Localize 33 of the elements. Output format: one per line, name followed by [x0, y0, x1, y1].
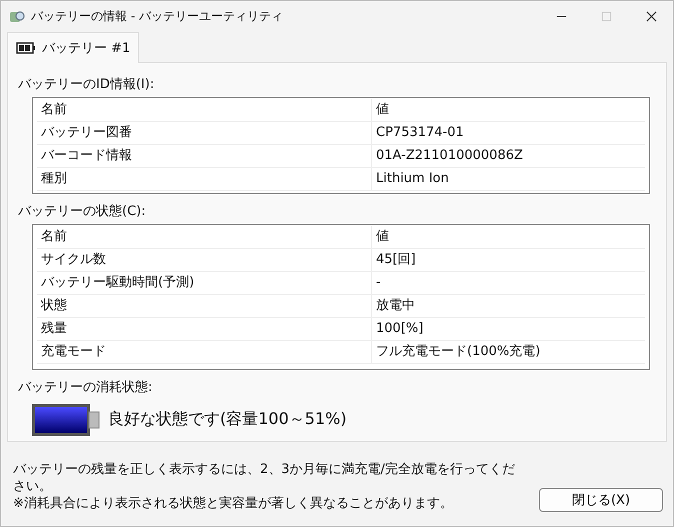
table-cell: 種別 — [37, 168, 372, 190]
table-cell-text: Lithium Ion — [375, 170, 449, 188]
close-button[interactable]: 閉じる(X) — [539, 488, 663, 512]
table-cell: 充電モード — [37, 341, 372, 363]
section-label: バッテリーのID情報(I): — [18, 76, 156, 94]
column-header[interactable]: 名前 — [37, 99, 372, 121]
table-cell: 状態 — [37, 295, 372, 317]
column-header[interactable]: 値 — [372, 99, 389, 121]
close-icon[interactable] — [646, 11, 657, 22]
note-text: バッテリーの残量を正しく表示するには、2、3か月毎に満充電/完全放電を行ってください。 — [13, 461, 516, 495]
table-cell-text: 01A-Z211010000086Z — [375, 147, 523, 165]
table-cell-text: 100[%] — [375, 320, 424, 338]
table-cell: バッテリー駆動時間(予測) — [37, 272, 372, 294]
section-label: バッテリーの消耗状態: — [18, 379, 154, 397]
note-text: ※消耗具合により表示される状態と実容量が著しく異なることがあります。 — [13, 495, 454, 512]
table-cell-text: 45[回] — [375, 251, 416, 269]
table-cell-text: フル充電モード(100%充電) — [375, 343, 540, 361]
section-label: バッテリーの状態(C): — [18, 203, 147, 221]
table-cell: 残量 — [37, 318, 372, 340]
battery-icon — [16, 42, 36, 54]
table-cell-text: - — [375, 274, 381, 292]
health-status: 良好な状態です(容量100～51%) — [108, 409, 347, 430]
table-cell-text: CP753174-01 — [375, 124, 464, 142]
battery-health-icon — [32, 404, 100, 436]
table-cell: サイクル数 — [37, 249, 372, 271]
column-header[interactable]: 名前 — [37, 226, 372, 248]
column-header[interactable]: 値 — [372, 226, 389, 248]
table-cell: バーコード情報 — [37, 145, 372, 167]
tab[interactable]: バッテリー #1 — [7, 32, 140, 63]
window-title: バッテリーの情報 - バッテリーユーティリティ — [31, 8, 284, 25]
table-cell-text: 放電中 — [375, 297, 415, 315]
table-cell: バッテリー図番 — [37, 122, 372, 144]
app-icon — [9, 8, 25, 24]
